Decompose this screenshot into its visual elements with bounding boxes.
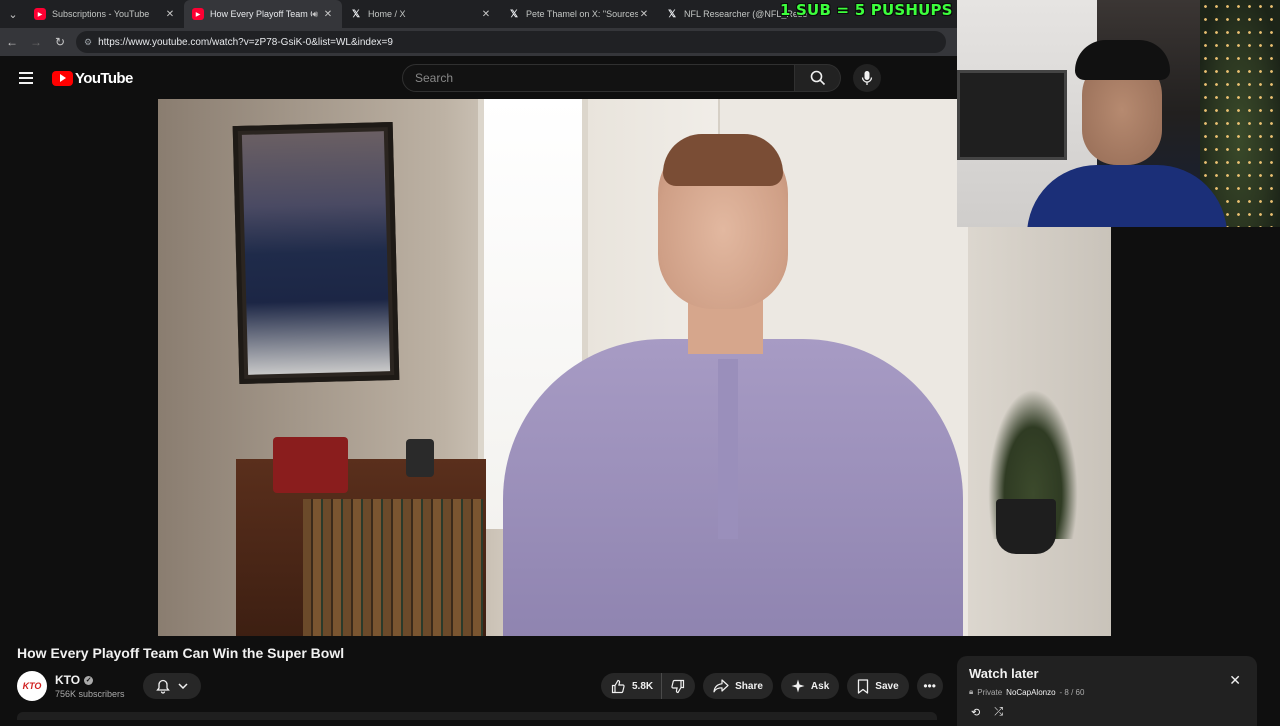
more-horizontal-icon: ••• <box>923 679 936 693</box>
notification-bell-button[interactable] <box>143 673 201 699</box>
x-icon: 𝕏 <box>351 8 361 20</box>
tab-title: Home / X <box>368 9 406 19</box>
close-icon[interactable]: ✕ <box>1229 672 1241 689</box>
x-icon: 𝕏 <box>509 8 519 20</box>
save-label: Save <box>875 680 899 692</box>
video-scene-pot <box>996 499 1056 554</box>
tab-title: Pete Thamel on X: "Sources: Oh <box>526 9 638 19</box>
youtube-icon: ▶ <box>34 8 46 20</box>
playlist-privacy: Private <box>977 687 1003 697</box>
video-actions: 5.8K Share Ask Save ••• <box>601 673 943 699</box>
search-input[interactable]: Search <box>402 64 795 92</box>
search-icon <box>810 70 825 86</box>
tab-title: How Every Playoff Team Ca <box>210 9 313 19</box>
share-icon <box>713 679 729 693</box>
close-tab-icon[interactable]: ✕ <box>480 9 492 20</box>
thumbs-up-icon <box>611 679 625 693</box>
more-actions-button[interactable]: ••• <box>916 673 943 699</box>
close-tab-icon[interactable]: ✕ <box>638 9 650 20</box>
comments-section-edge <box>17 712 937 720</box>
webcam-overlay <box>957 0 1280 227</box>
channel-info: KTO KTO ✓ 756K subscribers <box>17 671 125 701</box>
video-scene-candle <box>406 439 434 477</box>
youtube-logo[interactable]: YouTube <box>52 70 133 87</box>
search-bar: Search <box>402 64 881 92</box>
url-text: https://www.youtube.com/watch?v=zP78-Gsi… <box>98 36 393 48</box>
channel-avatar[interactable]: KTO <box>17 671 47 701</box>
like-button[interactable]: 5.8K <box>601 673 663 699</box>
youtube-logo-text: YouTube <box>75 69 133 87</box>
shuffle-icon[interactable]: ⤮ <box>994 706 1003 719</box>
x-icon: 𝕏 <box>667 8 677 20</box>
search-placeholder: Search <box>415 71 454 85</box>
like-dislike-group: 5.8K <box>601 673 696 699</box>
playlist-position: - 8 / 60 <box>1059 687 1085 697</box>
playlist-meta: 🔒︎ Private NoCapAlonzo - 8 / 60 <box>969 687 1245 697</box>
ask-label: Ask <box>810 680 830 692</box>
loop-icon[interactable]: ⟲ <box>971 706 980 719</box>
close-tab-icon[interactable]: ✕ <box>164 9 176 20</box>
chevron-down-icon <box>178 683 188 689</box>
browser-tab[interactable]: 𝕏 Home / X ✕ <box>342 0 500 28</box>
channel-name[interactable]: KTO <box>55 673 80 687</box>
verified-icon: ✓ <box>84 675 94 685</box>
browser-tab[interactable]: 𝕏 Pete Thamel on X: "Sources: Oh ✕ <box>500 0 658 28</box>
youtube-play-icon <box>52 70 73 86</box>
microphone-icon <box>861 71 873 85</box>
tab-search-dropdown-icon[interactable]: ⌄ <box>0 0 26 28</box>
share-label: Share <box>735 680 763 692</box>
menu-icon[interactable] <box>0 77 52 79</box>
dislike-button[interactable] <box>662 673 695 699</box>
stream-overlay-text: 1 SUB = 5 PUSHUPS <box>780 1 953 19</box>
browser-tab[interactable]: ▶ Subscriptions - YouTube ✕ <box>26 0 184 28</box>
youtube-icon: ▶ <box>192 8 204 20</box>
video-title: How Every Playoff Team Can Win the Super… <box>17 645 345 661</box>
video-presenter <box>503 134 963 636</box>
back-arrow-icon[interactable]: ← <box>0 28 24 56</box>
search-button[interactable] <box>795 64 841 92</box>
thumbs-down-icon <box>671 679 685 693</box>
playlist-owner[interactable]: NoCapAlonzo <box>1006 688 1055 697</box>
lock-icon: 🔒︎ <box>969 687 974 696</box>
like-count: 5.8K <box>632 680 654 692</box>
save-button[interactable]: Save <box>847 673 909 699</box>
site-info-icon[interactable]: ⚙ <box>84 37 92 48</box>
video-scene-framed-photo <box>232 121 400 385</box>
channel-avatar-text: KTO <box>22 681 42 691</box>
address-bar[interactable]: ⚙ https://www.youtube.com/watch?v=zP78-G… <box>76 31 946 53</box>
speaker-icon[interactable]: 🔊︎ <box>312 9 318 20</box>
sparkle-icon <box>791 679 805 693</box>
video-scene-books <box>303 499 483 636</box>
bookmark-icon <box>858 678 869 694</box>
subscriber-count: 756K subscribers <box>55 689 125 699</box>
ask-button[interactable]: Ask <box>780 673 840 699</box>
video-scene-lunchbox <box>273 437 348 493</box>
reload-icon[interactable]: ↻ <box>48 28 72 56</box>
share-button[interactable]: Share <box>703 673 773 699</box>
playlist-controls: ⟲ ⤮ <box>971 706 1003 719</box>
forward-arrow-icon[interactable]: → <box>24 28 48 56</box>
tab-title: Subscriptions - YouTube <box>52 9 150 19</box>
close-tab-icon[interactable]: ✕ <box>322 9 334 20</box>
bell-icon <box>156 679 170 694</box>
browser-tab-active[interactable]: ▶ How Every Playoff Team Ca 🔊︎ ✕ <box>184 0 342 28</box>
voice-search-button[interactable] <box>853 64 881 92</box>
watch-later-panel: Watch later 🔒︎ Private NoCapAlonzo - 8 /… <box>957 656 1257 726</box>
playlist-title[interactable]: Watch later <box>969 666 1245 681</box>
